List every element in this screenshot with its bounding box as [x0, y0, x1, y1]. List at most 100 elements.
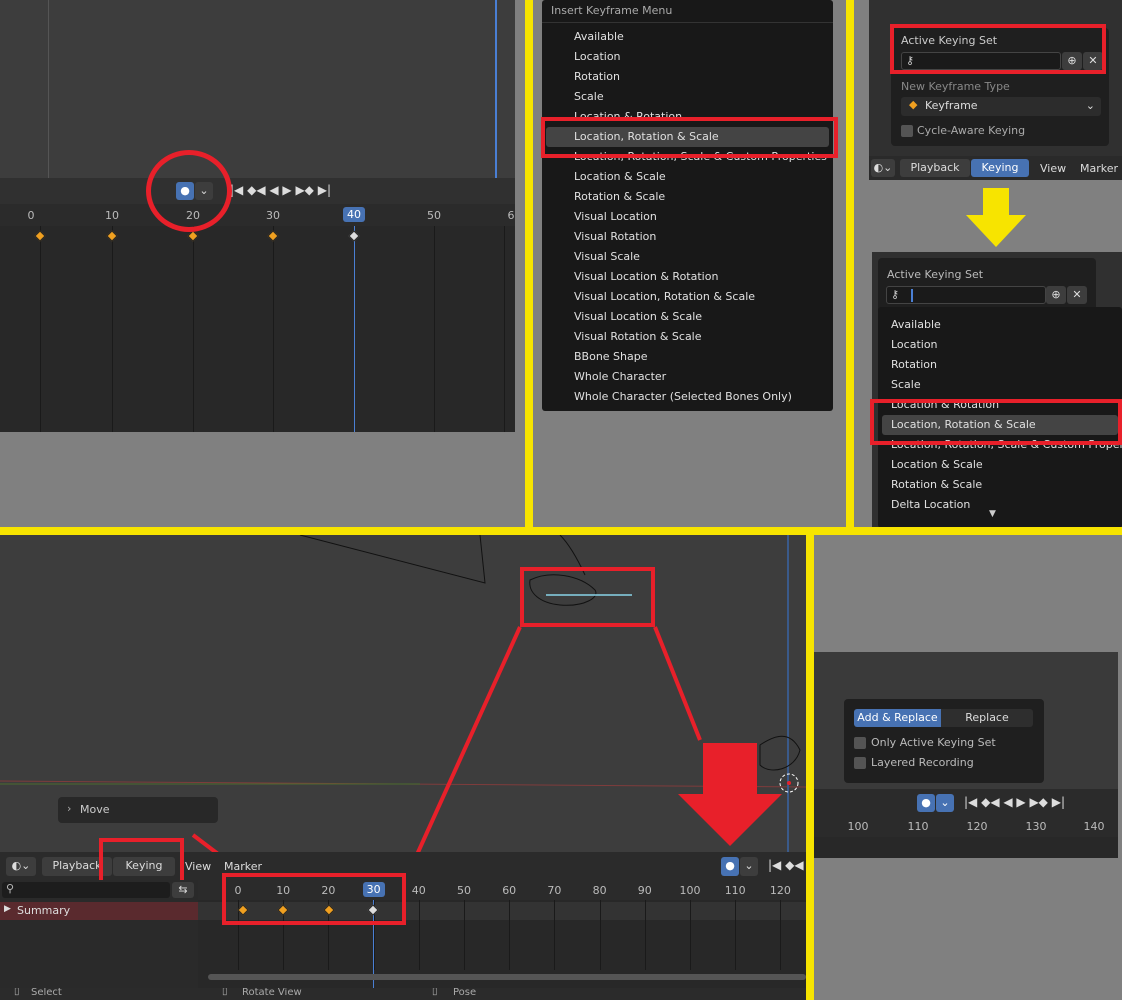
tick: 130	[1025, 820, 1047, 833]
editor-type-button[interactable]: ◐⌄	[6, 857, 36, 876]
search-icon: ⚲	[6, 882, 15, 895]
tick: 90	[637, 884, 652, 897]
cycle-aware-label: Cycle-Aware Keying	[917, 124, 1026, 137]
keyframe-diamond[interactable]	[34, 230, 46, 242]
swap-icon[interactable]: ⇆	[172, 882, 194, 898]
keyframe-icon: ◆	[909, 98, 918, 111]
menu-item[interactable]: Scale	[542, 87, 833, 107]
scroll-down-icon[interactable]: ▼	[989, 509, 996, 519]
summary-channel[interactable]: ▶ Summary	[0, 902, 198, 920]
grid-line	[690, 900, 691, 970]
active-keying-set-label: Active Keying Set	[887, 268, 984, 281]
replace-toggle[interactable]: Replace	[941, 709, 1033, 727]
timeline-header-bar: ◐⌄ Playback Keying View Marker	[869, 156, 1122, 180]
mouse-right-icon: ▯	[432, 988, 438, 997]
status-bar: ▯ Select ▯ Rotate View ▯ Pose	[0, 988, 806, 1000]
summary-label: Summary	[17, 904, 71, 917]
marker-menu[interactable]: Marker	[1080, 162, 1118, 175]
remove-keying-set-button[interactable]: ✕	[1067, 286, 1087, 304]
timeline-header: ● ⌄ |◀ ◆◀ ◀ ▶ ▶◆ ▶|	[0, 178, 515, 204]
menu-item[interactable]: Visual Rotation	[542, 227, 833, 247]
menu-item[interactable]: Rotation	[542, 67, 833, 87]
editor-type-button[interactable]: ◐⌄	[871, 159, 895, 177]
grid-line	[464, 900, 465, 970]
keying-set-option[interactable]: Scale	[878, 375, 1122, 395]
chevron-down-icon: ⌄	[1085, 99, 1095, 112]
record-button[interactable]: ●	[721, 857, 739, 876]
mouse-left-icon: ▯	[14, 988, 20, 997]
keyframe-diamond[interactable]	[348, 230, 360, 242]
record-button[interactable]: ●	[917, 794, 935, 812]
menu-item[interactable]: Visual Scale	[542, 247, 833, 267]
tick: 110	[724, 884, 746, 897]
menu-item[interactable]: Available	[542, 27, 833, 47]
red-arrow-head	[678, 794, 782, 846]
tick: 30	[266, 209, 280, 222]
menu-item[interactable]: Visual Location	[542, 207, 833, 227]
horizontal-scrollbar[interactable]	[208, 974, 806, 980]
cycle-aware-checkbox[interactable]	[901, 125, 913, 137]
menu-item[interactable]: Visual Rotation & Scale	[542, 327, 833, 347]
keyframe-diamond[interactable]	[106, 230, 118, 242]
current-frame-indicator[interactable]: 40	[343, 207, 365, 222]
menu-item[interactable]: BBone Shape	[542, 347, 833, 367]
layered-recording-checkbox[interactable]	[854, 757, 866, 769]
menu-item[interactable]: Visual Location, Rotation & Scale	[542, 287, 833, 307]
playback-controls[interactable]: |◀ ◆◀ ◀ ▶ ▶◆ ▶|	[230, 183, 331, 197]
red-highlight-box	[890, 24, 1106, 74]
marker-menu[interactable]: Marker	[224, 860, 262, 873]
menu-item[interactable]: Whole Character	[542, 367, 833, 387]
keying-menu[interactable]: Keying	[971, 159, 1029, 177]
add-replace-toggle[interactable]: Add & Replace	[854, 709, 941, 727]
only-active-keying-set-checkbox[interactable]	[854, 737, 866, 749]
tick: 110	[907, 820, 929, 833]
menu-item[interactable]: Visual Location & Scale	[542, 307, 833, 327]
tick: 50	[457, 884, 471, 897]
add-keying-set-button[interactable]: ⊕	[1046, 286, 1066, 304]
status-select: Select	[31, 988, 62, 998]
menu-item[interactable]: Visual Location & Rotation	[542, 267, 833, 287]
menu-item[interactable]: Location	[542, 47, 833, 67]
keying-set-option[interactable]: Rotation	[878, 355, 1122, 375]
tick: 0	[27, 209, 35, 222]
yellow-arrow-down	[983, 188, 1009, 216]
record-options-panel: Add & Replace Replace Only Active Keying…	[814, 652, 1118, 858]
keying-set-option[interactable]: Rotation & Scale	[878, 475, 1122, 495]
menu-item[interactable]: Location & Scale	[542, 167, 833, 187]
playback-controls[interactable]: |◀ ◆◀	[768, 858, 804, 872]
tick: 100	[679, 884, 701, 897]
keyframe-diamond[interactable]	[267, 230, 279, 242]
keyframe-type-dropdown[interactable]: Keyframe ◆ ⌄	[901, 97, 1101, 116]
red-arrow-down	[703, 743, 757, 795]
keying-set-option[interactable]: Location & Scale	[878, 455, 1122, 475]
keying-set-dropdown-panel: Active Keying Set ⚷ ⊕ ✕ Available Locatio…	[872, 252, 1122, 528]
search-field[interactable]: ⚲	[2, 882, 170, 898]
view-menu[interactable]: View	[185, 860, 211, 873]
menu-item[interactable]: Rotation & Scale	[542, 187, 833, 207]
keying-set-icon: ⚷	[891, 288, 900, 301]
status-pose: Pose	[453, 988, 477, 998]
keying-set-option[interactable]: Available	[878, 315, 1122, 335]
tick: 6	[507, 209, 515, 222]
view-menu[interactable]: View	[1040, 162, 1066, 175]
layered-recording-label: Layered Recording	[871, 756, 974, 769]
grid-line	[735, 900, 737, 970]
keying-set-option[interactable]: Location	[878, 335, 1122, 355]
menu-item[interactable]: Whole Character (Selected Bones Only)	[542, 387, 833, 407]
viewport-area	[0, 0, 515, 178]
playback-menu[interactable]: Playback	[900, 159, 970, 177]
keying-set-option[interactable]: Delta Location	[878, 495, 1122, 515]
expand-icon: ▶	[4, 904, 11, 914]
text-cursor	[911, 289, 913, 302]
keyframe-diamond[interactable]	[187, 230, 199, 242]
keying-set-search-field[interactable]: ⚷	[886, 286, 1046, 304]
record-options-dropdown[interactable]: ⌄	[936, 794, 954, 812]
playback-controls[interactable]: |◀ ◆◀ ◀ ▶ ▶◆ ▶|	[964, 795, 1065, 809]
record-options-dropdown[interactable]: ⌄	[740, 857, 758, 876]
red-highlight-box	[870, 399, 1122, 445]
red-highlight-box	[222, 873, 406, 925]
red-circle-highlight	[146, 150, 232, 232]
grid-line	[509, 900, 511, 970]
tick: 120	[769, 884, 791, 897]
tick: 50	[427, 209, 441, 222]
